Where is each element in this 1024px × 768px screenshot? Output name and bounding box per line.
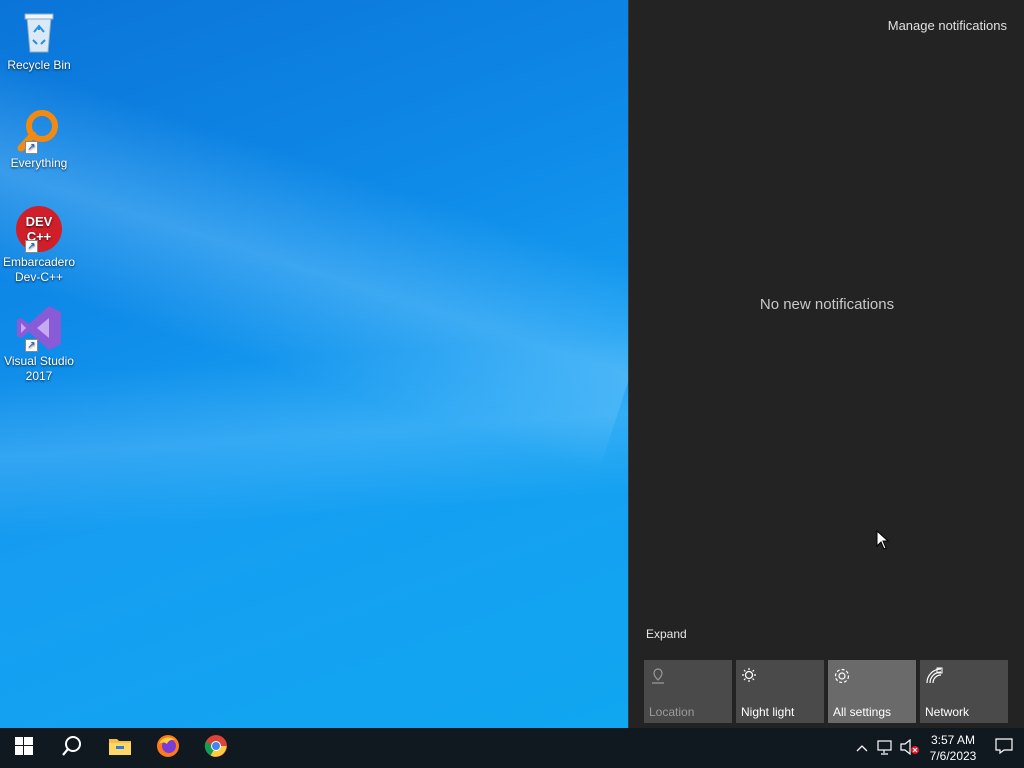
- everything-icon: ↗: [15, 106, 63, 154]
- empty-notifications-message: No new notifications: [759, 296, 895, 313]
- firefox-icon: [156, 734, 180, 763]
- search-button[interactable]: [48, 728, 96, 768]
- show-hidden-icons-button[interactable]: [850, 728, 874, 768]
- taskbar-firefox[interactable]: [144, 728, 192, 768]
- desktop-icon-recycle-bin[interactable]: Recycle Bin: [2, 8, 76, 73]
- clock-time: 3:57 AM: [930, 733, 976, 747]
- mouse-cursor-icon: [876, 529, 890, 550]
- quick-action-location[interactable]: Location: [644, 660, 732, 723]
- taskbar-clock[interactable]: 3:57 AM 7/6/2023: [922, 732, 984, 764]
- network-status-button[interactable]: [874, 728, 898, 768]
- desktop-icon-label: Embarcadero Dev-C++: [2, 255, 76, 284]
- search-icon: [61, 735, 83, 762]
- chrome-icon: [204, 734, 228, 763]
- network-icon: [925, 667, 943, 685]
- clock-date: 7/6/2023: [929, 749, 977, 763]
- desktop-icon-label: Everything: [10, 156, 68, 170]
- location-icon: [649, 667, 667, 685]
- file-explorer-icon: [108, 736, 132, 761]
- action-center-panel: Manage notifications No new notification…: [628, 0, 1024, 728]
- quick-action-label: Location: [649, 705, 695, 719]
- quick-action-network[interactable]: Network: [920, 660, 1008, 723]
- chevron-up-icon: [856, 741, 868, 755]
- wired-network-icon: [877, 739, 895, 758]
- svg-text:DEV: DEV: [26, 214, 53, 229]
- shortcut-arrow-icon: ↗: [25, 240, 38, 253]
- desktop-icon-visual-studio[interactable]: ↗ Visual Studio 2017: [2, 304, 76, 384]
- recycle-bin-icon: [15, 8, 63, 56]
- system-tray: 3:57 AM 7/6/2023: [850, 728, 1024, 768]
- quick-action-label: Night light: [741, 705, 795, 719]
- manage-notifications-link[interactable]: Manage notifications: [888, 18, 1007, 33]
- volume-muted-icon: [900, 738, 920, 758]
- devcpp-icon: DEV C++ ↗: [15, 205, 63, 253]
- desktop-icon-label: Visual Studio 2017: [4, 354, 74, 383]
- shortcut-arrow-icon: ↗: [25, 339, 38, 352]
- taskbar: 3:57 AM 7/6/2023: [0, 728, 1024, 768]
- quick-actions: Location Night light All settings Networ…: [644, 660, 1008, 723]
- desktop-icon-label: Recycle Bin: [7, 58, 71, 72]
- night-light-icon: [741, 667, 759, 685]
- taskbar-chrome[interactable]: [192, 728, 240, 768]
- quick-action-label: All settings: [833, 705, 892, 719]
- wallpaper-light-beam-lower: [0, 329, 628, 540]
- desktop-icon-devcpp[interactable]: DEV C++ ↗ Embarcadero Dev-C++: [2, 205, 76, 285]
- shortcut-arrow-icon: ↗: [25, 141, 38, 154]
- gear-icon: [833, 667, 851, 685]
- expand-quick-actions-link[interactable]: Expand: [646, 627, 687, 641]
- quick-action-label: Network: [925, 705, 970, 719]
- volume-button[interactable]: [898, 728, 922, 768]
- windows-start-icon: [15, 736, 33, 760]
- action-center-button[interactable]: [984, 728, 1024, 768]
- taskbar-file-explorer[interactable]: [96, 728, 144, 768]
- visual-studio-icon: ↗: [15, 304, 63, 352]
- start-button[interactable]: [0, 728, 48, 768]
- quick-action-all-settings[interactable]: All settings: [828, 660, 916, 723]
- desktop[interactable]: Recycle Bin ↗ Everything DEV C++ ↗ Embar…: [0, 0, 628, 728]
- quick-action-night-light[interactable]: Night light: [736, 660, 824, 723]
- notification-icon: [995, 737, 1013, 760]
- desktop-icon-everything[interactable]: ↗ Everything: [2, 106, 76, 171]
